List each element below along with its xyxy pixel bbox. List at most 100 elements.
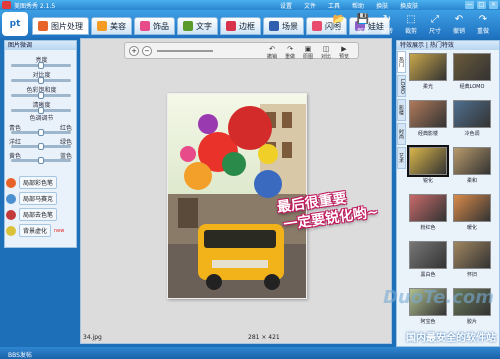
tab-icon [269,21,279,31]
tab-label: 边框 [239,21,255,31]
color-slider[interactable] [11,129,71,136]
toolbar-button-4[interactable]: ⤢ 尺寸 [424,13,446,37]
tool-label: 局部马赛克 [19,192,58,205]
canvas-tool-label: 撤销 [266,54,277,60]
adjust-slider[interactable] [11,77,71,84]
zoom-out-button[interactable]: − [142,46,152,56]
effect-tile[interactable] [409,241,447,269]
slider-knob[interactable] [38,143,44,150]
slider-knob[interactable] [38,157,44,164]
tab-3[interactable]: 饰品 [134,17,175,35]
canvas-tool-icon: ◫ [322,45,330,53]
tab-2[interactable]: 美容 [91,17,132,35]
tool-label: 局部彩色笔 [19,176,58,189]
site-watermark: DuoTe.com [383,287,494,308]
canvas-tool-button[interactable]: ◫ 对比 [319,45,333,60]
effect-tile-label: 柔光 [422,84,433,90]
tab-icon [312,21,322,31]
effects-tab[interactable]: 时尚 [397,123,406,145]
menu-item[interactable]: 换肤 [376,1,388,10]
toolbar-button-2[interactable]: ↻ 旋转 [376,13,398,37]
local-tool-button[interactable]: 背景虚化 new [6,224,74,237]
effects-tab[interactable]: 热门 [397,51,406,73]
tab-6[interactable]: 场景 [263,17,304,35]
main-toolbar: pt 图片处理 美容 饰品 文字 边框 场景 闪图 娃娃 📂 打开 💾 保存 ↻ 旋转 ⬚ 裁剪 ⤢ 尺寸 ↶ 撤销… [0,10,500,38]
toolbar-button-label: 旋转 [380,28,393,35]
toolbar-button-1[interactable]: 💾 保存 [352,13,374,37]
canvas-tool-icon: ↶ [269,45,275,53]
effect-tile[interactable] [453,241,491,269]
effect-tile[interactable] [409,100,447,128]
effect-tile-label: 黑白色 [420,272,436,278]
effect-tile[interactable] [407,145,449,177]
menu-item[interactable]: 工具 [328,1,340,10]
maximize-button[interactable]: □ [477,1,486,9]
tab-4[interactable]: 文字 [177,17,218,35]
minimize-button[interactable]: — [465,1,474,9]
file-name: 34.jpg [83,334,102,341]
toolbar-button-5[interactable]: ↶ 撤销 [448,13,470,37]
slider-knob[interactable] [38,129,44,136]
site-slogan: 国内最安全的软件站 [406,333,496,344]
tab-label: 场景 [282,21,298,31]
new-badge: new [54,227,65,234]
color-slider[interactable] [11,157,71,164]
app-logo-icon [2,1,11,9]
effects-tab[interactable]: 艺术 [397,147,406,169]
canvas-tool-button[interactable]: ▣ 原图 [301,45,315,60]
effect-tile[interactable] [453,194,491,222]
crop-icon: ⬚ [406,14,416,25]
canvas-tool-label: 预览 [338,54,349,60]
effects-tab[interactable]: LOMO [397,75,406,97]
tab-1[interactable]: 图片处理 [32,17,89,35]
close-button[interactable]: × [489,1,498,9]
tab-label: 饰品 [153,21,169,31]
toolbar-button-0[interactable]: 📂 打开 [328,13,350,37]
effects-tab[interactable]: 影楼 [397,99,406,121]
effect-tile[interactable] [409,194,447,222]
effect-tile[interactable] [453,53,491,81]
tab-icon [226,21,236,31]
canvas-tool-button[interactable]: ↶ 撤销 [265,45,279,60]
effect-tile-label: 暖化 [466,225,477,231]
effect-tile-label: 经典LOMO [459,84,485,90]
image-dimensions: 281 × 421 [248,334,280,341]
tab-label: 图片处理 [51,21,83,31]
toolbar-button-label: 尺寸 [428,28,441,35]
toolbar-button-3[interactable]: ⬚ 裁剪 [400,13,422,37]
slider-knob[interactable] [38,92,44,99]
tool-icon [6,177,16,188]
effect-tile[interactable] [453,100,491,128]
menu-item[interactable]: 文件 [304,1,316,10]
zoom-in-button[interactable]: + [129,46,139,56]
tool-label: 背景虚化 [19,224,52,237]
local-tool-button[interactable]: 局部去色笔 [6,208,74,221]
color-slider[interactable] [11,143,71,150]
effect-tile[interactable] [409,53,447,81]
adjust-slider[interactable] [11,62,71,69]
local-tool-button[interactable]: 局部彩色笔 [6,176,74,189]
slider-knob[interactable] [38,62,44,69]
zoom-slider[interactable] [157,50,213,52]
local-tool-button[interactable]: 局部马赛克 [6,192,74,205]
canvas-tool-button[interactable]: ▶ 预览 [337,45,351,60]
app-window: 美图秀秀 2.1.5 设置 文件 工具 帮助 换肤 换皮肤 — □ × pt 图片处理 美容… [0,0,500,359]
adjust-slider[interactable] [11,107,71,114]
canvas-tool-icon: ↷ [287,45,293,53]
tab-icon [97,21,107,31]
tab-5[interactable]: 边框 [220,17,261,35]
toolbar-button-6[interactable]: ↷ 重做 [472,13,494,37]
canvas-tool-button[interactable]: ↷ 重做 [283,45,297,60]
slider-knob[interactable] [38,77,44,84]
effect-tile[interactable] [453,147,491,175]
canvas-tool-icon: ▶ [341,45,347,53]
effect-tile-label: 经典影楼 [417,131,438,137]
menu-item[interactable]: 帮助 [352,1,364,10]
adjust-slider[interactable] [11,92,71,99]
canvas-tool-label: 原图 [302,54,313,60]
rotate-icon: ↻ [382,14,392,25]
effects-header: 特效展示 | 热门特效 [397,41,499,50]
menu-item[interactable]: 换皮肤 [400,1,418,10]
menu-item[interactable]: 设置 [280,1,292,10]
undo-icon: ↶ [454,14,464,25]
